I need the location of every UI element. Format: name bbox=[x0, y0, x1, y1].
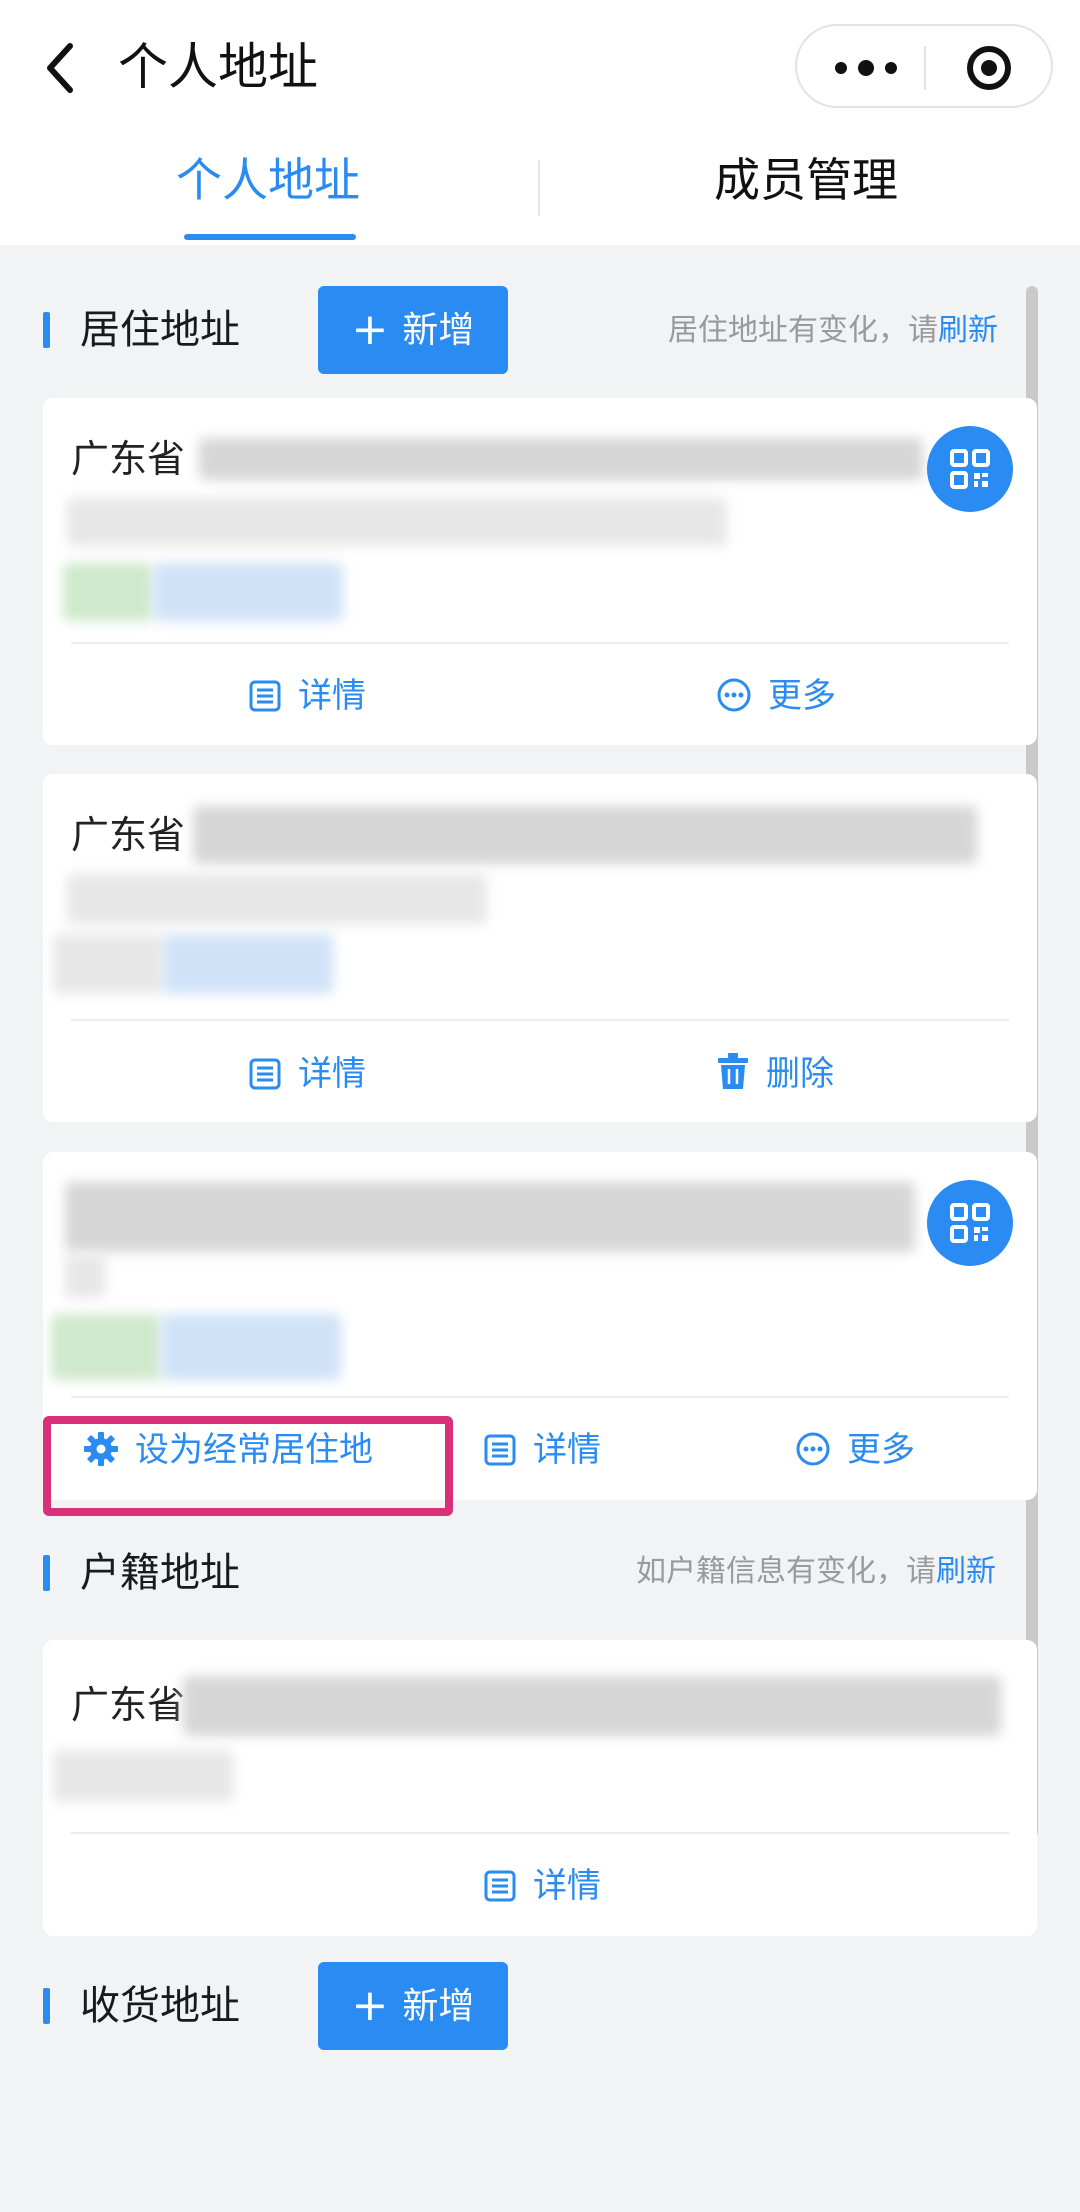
qr-code-button[interactable] bbox=[927, 1180, 1013, 1266]
close-mini-program-button[interactable] bbox=[965, 44, 1013, 92]
status-tag-redacted bbox=[163, 934, 333, 994]
address-province: 广东省 bbox=[71, 437, 186, 481]
list-icon bbox=[484, 1870, 516, 1902]
address-redacted-line bbox=[199, 438, 923, 480]
more-circle-icon bbox=[717, 678, 751, 712]
address-redacted-line bbox=[67, 498, 727, 546]
section-marker bbox=[43, 1988, 50, 2024]
card-divider bbox=[71, 642, 1009, 644]
more-button[interactable]: 更多 bbox=[716, 674, 836, 718]
residence-refresh-hint: 居住地址有变化，请刷新 bbox=[668, 311, 998, 351]
tab-personal-address[interactable]: 个人地址 bbox=[176, 150, 360, 210]
page-title: 个人地址 bbox=[118, 38, 318, 96]
section-marker bbox=[43, 312, 50, 348]
trash-icon bbox=[718, 1053, 748, 1089]
details-button[interactable]: 详情 bbox=[248, 674, 366, 718]
tab-separator bbox=[538, 160, 540, 216]
annotation-highlight bbox=[43, 1416, 453, 1516]
target-icon bbox=[967, 46, 1011, 90]
household-refresh-link[interactable]: 刷新 bbox=[936, 1554, 996, 1589]
mini-program-capsule bbox=[795, 24, 1053, 108]
status-tag-redacted bbox=[161, 1314, 341, 1380]
more-label: 更多 bbox=[768, 676, 836, 716]
qr-code-icon bbox=[950, 1203, 990, 1243]
card-divider bbox=[71, 1832, 1009, 1834]
details-label: 详情 bbox=[298, 676, 366, 716]
details-button[interactable]: 详情 bbox=[483, 1864, 601, 1908]
list-icon bbox=[249, 1058, 281, 1090]
qr-code-button[interactable] bbox=[927, 426, 1013, 512]
add-residence-button[interactable]: + 新增 bbox=[318, 286, 508, 374]
tab-member-management[interactable]: 成员管理 bbox=[714, 150, 898, 210]
address-province: 广东省 bbox=[71, 1683, 186, 1727]
address-redacted-line bbox=[65, 1182, 915, 1252]
household-refresh-hint: 如户籍信息有变化，请刷新 bbox=[636, 1552, 996, 1592]
delete-label: 删除 bbox=[766, 1054, 834, 1094]
chevron-left-icon bbox=[47, 43, 73, 93]
status-tag-redacted bbox=[153, 563, 343, 621]
list-icon bbox=[484, 1434, 516, 1466]
details-label: 详情 bbox=[533, 1430, 601, 1470]
shipping-section-title: 收货地址 bbox=[80, 1983, 240, 2029]
list-icon bbox=[249, 680, 281, 712]
more-label: 更多 bbox=[847, 1430, 915, 1470]
address-redacted-line bbox=[53, 1750, 233, 1802]
add-shipping-label: 新增 bbox=[402, 1986, 475, 2027]
plus-icon: + bbox=[351, 1980, 389, 2031]
active-tab-indicator bbox=[184, 234, 356, 240]
add-residence-label: 新增 bbox=[402, 310, 475, 351]
household-section-title: 户籍地址 bbox=[80, 1550, 240, 1596]
card-divider bbox=[71, 1019, 1009, 1021]
address-redacted-line bbox=[183, 1676, 1001, 1736]
residence-hint-text: 居住地址有变化，请 bbox=[668, 313, 938, 348]
more-dots-icon bbox=[835, 60, 897, 76]
more-button[interactable]: 更多 bbox=[795, 1428, 915, 1472]
status-tag-redacted bbox=[63, 563, 153, 621]
delete-button[interactable]: 删除 bbox=[716, 1052, 834, 1096]
details-button[interactable]: 详情 bbox=[483, 1428, 601, 1472]
details-button[interactable]: 详情 bbox=[248, 1052, 366, 1096]
card-divider bbox=[71, 1396, 1009, 1398]
more-menu-button[interactable] bbox=[831, 56, 901, 80]
more-circle-icon bbox=[796, 1432, 830, 1466]
residence-refresh-link[interactable]: 刷新 bbox=[938, 313, 998, 348]
residence-card-1: 广东省 详情 更多 bbox=[43, 398, 1037, 745]
status-tag-redacted bbox=[53, 934, 163, 994]
address-redacted-line bbox=[65, 1254, 105, 1298]
residence-card-2: 广东省 详情 删除 bbox=[43, 774, 1037, 1122]
address-redacted-line bbox=[193, 806, 977, 864]
household-hint-text: 如户籍信息有变化，请 bbox=[636, 1554, 936, 1589]
qr-code-icon bbox=[950, 449, 990, 489]
details-label: 详情 bbox=[298, 1054, 366, 1094]
household-card: 广东省 详情 bbox=[43, 1640, 1037, 1936]
back-button[interactable] bbox=[38, 38, 88, 98]
status-tag-redacted bbox=[51, 1314, 161, 1380]
section-marker bbox=[43, 1555, 50, 1591]
capsule-divider bbox=[924, 46, 926, 90]
details-label: 详情 bbox=[533, 1866, 601, 1906]
plus-icon: + bbox=[351, 304, 389, 355]
address-redacted-line bbox=[67, 874, 487, 924]
address-province: 广东省 bbox=[71, 813, 186, 857]
residence-section-title: 居住地址 bbox=[80, 307, 240, 353]
add-shipping-button[interactable]: + 新增 bbox=[318, 1962, 508, 2050]
header: 个人地址 个人地址 成员管理 bbox=[0, 0, 1080, 245]
